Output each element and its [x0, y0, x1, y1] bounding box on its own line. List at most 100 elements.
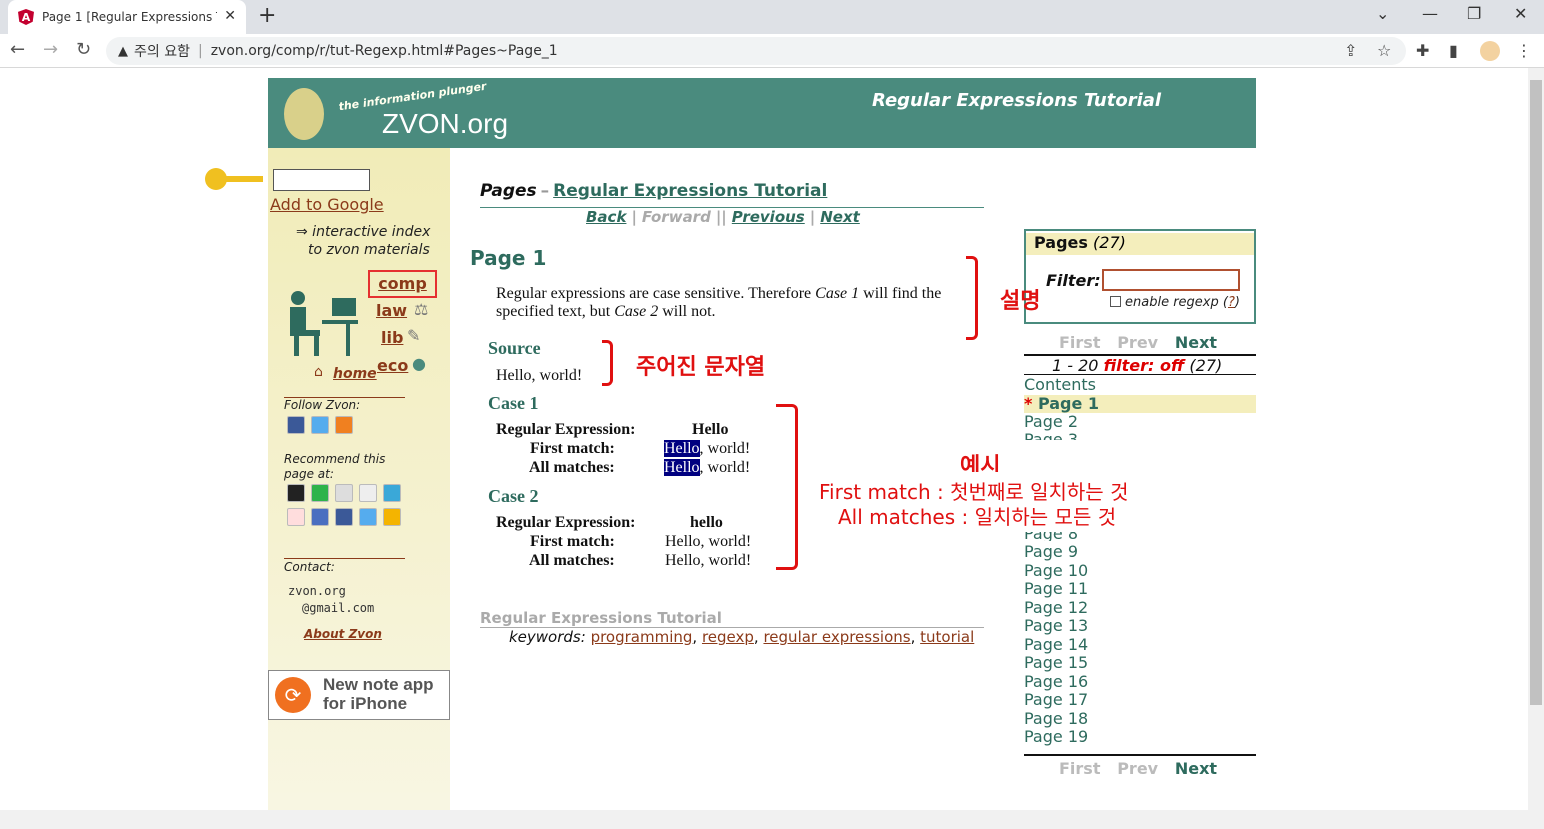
close-window-button[interactable]: ✕: [1514, 4, 1527, 23]
nav-previous[interactable]: Previous: [732, 208, 805, 226]
keyword-programming[interactable]: programming: [591, 628, 693, 646]
home-link[interactable]: home: [333, 366, 377, 382]
horizontal-scrollbar[interactable]: [0, 810, 1544, 829]
about-zvon-link[interactable]: About Zvon: [304, 627, 382, 641]
reddit-icon[interactable]: [359, 484, 377, 502]
follow-label: Follow Zvon:: [284, 398, 361, 412]
side-panel-icon[interactable]: ▮: [1449, 41, 1458, 60]
book-icon: ✎: [407, 326, 421, 345]
next-link[interactable]: Next: [1175, 759, 1217, 778]
pages-breadcrumb: Pages – Regular Expressions Tutorial: [480, 181, 828, 201]
page-item[interactable]: Page 14: [1024, 635, 1256, 655]
pages-header: Pages (27): [1026, 233, 1254, 255]
page-item[interactable]: Page 2: [1024, 413, 1256, 431]
rss-icon[interactable]: [335, 416, 353, 434]
facebook-icon[interactable]: [287, 416, 305, 434]
page-item[interactable]: Page 10: [1024, 561, 1256, 581]
nav-back[interactable]: Back: [586, 208, 626, 226]
case1-re-label: Regular Expression:: [496, 421, 636, 438]
google-bookmarks-icon[interactable]: [383, 508, 401, 526]
computer-user-icon: [290, 291, 358, 356]
page-item-current[interactable]: * Page 1: [1024, 395, 1256, 413]
keyword-regular-expressions[interactable]: regular expressions: [763, 628, 910, 646]
category-comp-link[interactable]: comp: [368, 270, 437, 298]
security-label[interactable]: 주의 요함: [134, 41, 190, 61]
new-tab-button[interactable]: +: [258, 3, 276, 28]
url-text[interactable]: zvon.org/comp/r/tut-Regexp.html#Pages~Pa…: [211, 43, 558, 59]
category-lib-link[interactable]: lib: [381, 328, 403, 347]
site-logo[interactable]: ZVON.org: [382, 108, 508, 140]
next-link[interactable]: Next: [1175, 333, 1217, 352]
description: Regular expressions are case sensitive. …: [496, 285, 942, 320]
category-eco-link[interactable]: eco: [377, 356, 408, 375]
tab-search-icon[interactable]: ⌄: [1376, 4, 1389, 23]
case1-heading: Case 1: [488, 393, 539, 413]
close-tab-icon[interactable]: ✕: [224, 8, 236, 24]
filter-status: 1 - 20 filter: off (27): [1052, 356, 1223, 375]
restore-button[interactable]: ❐: [1467, 4, 1481, 23]
page-item[interactable]: Page 16: [1024, 672, 1256, 692]
annotation-bracket: [776, 404, 798, 570]
profile-avatar[interactable]: [1480, 41, 1500, 61]
note-app-banner[interactable]: ⟳ New note app for iPhone: [268, 670, 450, 720]
add-to-google-link[interactable]: Add to Google: [270, 195, 384, 214]
case1-first-label: First match:: [530, 440, 615, 457]
twitter-icon[interactable]: [311, 416, 329, 434]
nav-next[interactable]: Next: [820, 208, 860, 226]
filter-label: Filter:: [1046, 271, 1101, 290]
footer-title: Regular Expressions Tutorial: [480, 609, 722, 627]
back-arrow-icon[interactable]: ←: [10, 39, 25, 60]
warning-icon[interactable]: ▲: [118, 44, 128, 59]
interactive-index-link[interactable]: ⇒ interactive index to zvon materials: [296, 223, 430, 259]
delicious-icon[interactable]: [287, 484, 305, 502]
bulb-logo-icon: [284, 88, 324, 140]
page-item[interactable]: Page 11: [1024, 580, 1256, 599]
share-icon[interactable]: ⇪: [1344, 41, 1357, 60]
tutorial-link[interactable]: Regular Expressions Tutorial: [553, 181, 827, 201]
annotation-source: 주어진 문자열: [636, 355, 766, 380]
keyword-tutorial[interactable]: tutorial: [920, 628, 974, 646]
browser-tab[interactable]: A Page 1 [Regular Expressions Tutorial] …: [8, 0, 246, 34]
bookmark-star-icon[interactable]: ☆: [1377, 41, 1391, 60]
keyword-regexp[interactable]: regexp: [702, 628, 754, 646]
minimize-button[interactable]: —: [1422, 4, 1438, 23]
share-green-icon[interactable]: [311, 484, 329, 502]
page-item[interactable]: Page 9: [1024, 543, 1256, 562]
page-item[interactable]: Page 19: [1024, 728, 1256, 747]
site-banner: the information plunger ZVON.org Regular…: [268, 78, 1256, 148]
case1-all-value: Hello, world!: [664, 459, 751, 476]
page-item[interactable]: Page 8: [1024, 532, 1256, 541]
extensions-icon[interactable]: ✚: [1416, 41, 1429, 60]
page-item[interactable]: Page 12: [1024, 598, 1256, 618]
facebook-share-icon[interactable]: [335, 508, 353, 526]
bookmark-list-icon[interactable]: [311, 508, 329, 526]
twitter-share-icon[interactable]: [359, 508, 377, 526]
forward-arrow-icon[interactable]: →: [43, 39, 58, 60]
prev-link: Prev: [1117, 759, 1159, 778]
sidebar-search-input[interactable]: [273, 169, 370, 191]
annotation-bracket: [602, 340, 613, 386]
menu-icon[interactable]: ⋮: [1516, 41, 1532, 60]
pages-list: Page 9 Page 10 Page 11 Page 12 Page 13 Page 1…: [1024, 543, 1256, 747]
filter-input[interactable]: [1102, 269, 1240, 291]
pages-nav-bottom: First Prev Next: [1059, 759, 1217, 778]
address-bar[interactable]: ▲ 주의 요함 | zvon.org/comp/r/tut-Regexp.htm…: [106, 37, 1406, 65]
page-item[interactable]: Page 18: [1024, 709, 1256, 729]
contents-link[interactable]: Contents: [1024, 376, 1256, 394]
angular-icon: A: [18, 9, 34, 25]
enable-regexp-checkbox[interactable]: enable regexp (?): [1110, 295, 1240, 310]
category-law-link[interactable]: law: [376, 301, 407, 320]
page-item[interactable]: Page 3: [1024, 431, 1256, 440]
page-item[interactable]: Page 13: [1024, 617, 1256, 636]
digg-icon[interactable]: [335, 484, 353, 502]
case1-all-label: All matches:: [529, 459, 615, 476]
page-item[interactable]: Page 15: [1024, 654, 1256, 673]
vertical-scrollbar[interactable]: [1528, 68, 1544, 810]
technorati-icon[interactable]: [287, 508, 305, 526]
stumble-icon[interactable]: [383, 484, 401, 502]
page-item[interactable]: Page 17: [1024, 691, 1256, 710]
key-icon: [205, 168, 263, 190]
keywords: keywords: programming, regexp, regular e…: [509, 628, 975, 646]
follow-icons: [287, 416, 353, 434]
reload-icon[interactable]: ↻: [76, 39, 91, 60]
